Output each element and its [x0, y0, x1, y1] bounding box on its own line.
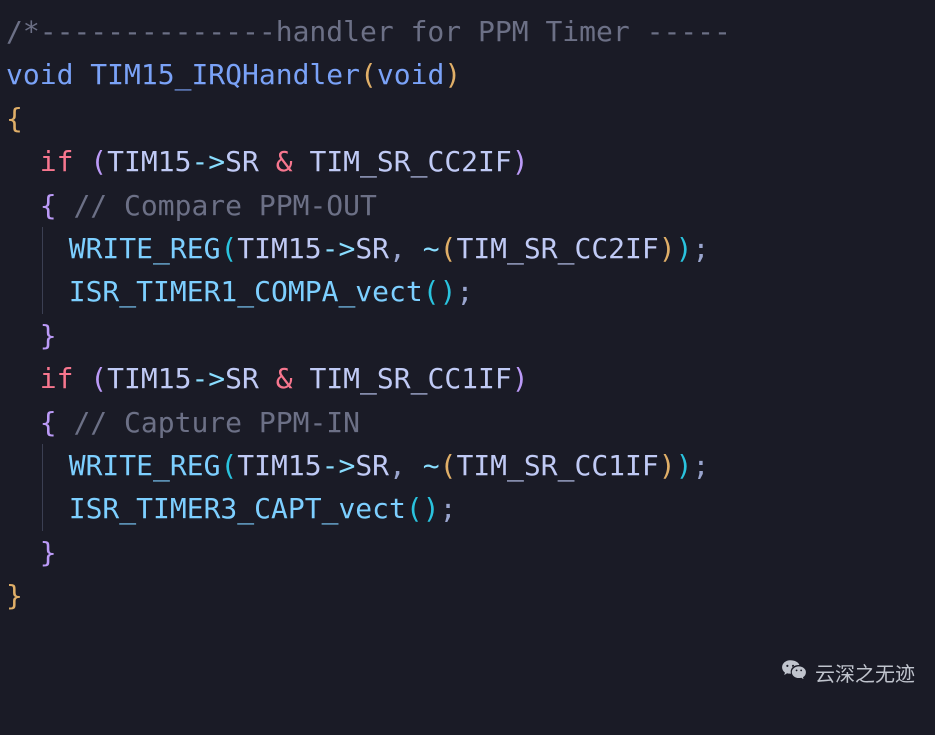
code-line: }: [6, 536, 57, 569]
identifier: TIM15: [237, 232, 321, 265]
brace-close: }: [40, 536, 57, 569]
code-line: ISR_TIMER3_CAPT_vect();: [6, 492, 456, 525]
brace-open: {: [40, 189, 57, 222]
identifier: TIM15: [237, 449, 321, 482]
macro: TIM_SR_CC1IF: [309, 362, 511, 395]
code-line: void TIM15_IRQHandler(void): [6, 58, 461, 91]
watermark: 云深之无迹: [781, 657, 915, 693]
watermark-text: 云深之无迹: [815, 660, 915, 691]
arrow-op: ->: [191, 145, 225, 178]
brace-close: }: [6, 579, 23, 612]
paren-close: ): [659, 449, 676, 482]
paren-open: (: [220, 449, 237, 482]
comma: ,: [389, 449, 406, 482]
call-write-reg: WRITE_REG: [69, 449, 221, 482]
paren-close: ): [423, 492, 440, 525]
paren-close: ): [676, 449, 693, 482]
keyword-if: if: [40, 145, 74, 178]
property: SR: [225, 145, 259, 178]
function-name: TIM15_IRQHandler: [90, 58, 360, 91]
paren-open: (: [90, 362, 107, 395]
wechat-icon: [781, 657, 807, 693]
keyword-if: if: [40, 362, 74, 395]
semicolon: ;: [456, 275, 473, 308]
arrow-op: ->: [322, 449, 356, 482]
code-line: {: [6, 102, 23, 135]
code-line: WRITE_REG(TIM15->SR, ~(TIM_SR_CC1IF));: [6, 449, 709, 482]
not-op: ~: [423, 449, 440, 482]
code-line: { // Capture PPM-IN: [6, 406, 360, 439]
property: SR: [355, 232, 389, 265]
call-isr-compa: ISR_TIMER1_COMPA_vect: [69, 275, 423, 308]
code-line: ISR_TIMER1_COMPA_vect();: [6, 275, 473, 308]
semicolon: ;: [440, 492, 457, 525]
brace-close: }: [40, 319, 57, 352]
paren-close: ): [512, 145, 529, 178]
arrow-op: ->: [322, 232, 356, 265]
comment-text: /*--------------handler for PPM Timer --…: [6, 15, 731, 48]
and-op: &: [276, 145, 293, 178]
param-void: void: [377, 58, 444, 91]
comment-text: // Capture PPM-IN: [73, 406, 360, 439]
paren-close: ): [659, 232, 676, 265]
and-op: &: [276, 362, 293, 395]
property: SR: [225, 362, 259, 395]
paren-open: (: [360, 58, 377, 91]
keyword-void: void: [6, 58, 73, 91]
not-op: ~: [423, 232, 440, 265]
paren-open: (: [90, 145, 107, 178]
call-isr-capt: ISR_TIMER3_CAPT_vect: [69, 492, 406, 525]
code-line: WRITE_REG(TIM15->SR, ~(TIM_SR_CC2IF));: [6, 232, 709, 265]
code-line: }: [6, 579, 23, 612]
paren-open: (: [440, 449, 457, 482]
paren-open: (: [440, 232, 457, 265]
comma: ,: [389, 232, 406, 265]
paren-close: ): [444, 58, 461, 91]
paren-open: (: [220, 232, 237, 265]
code-line: if (TIM15->SR & TIM_SR_CC2IF): [6, 145, 529, 178]
call-write-reg: WRITE_REG: [69, 232, 221, 265]
brace-open: {: [40, 406, 57, 439]
comment-text: // Compare PPM-OUT: [73, 189, 376, 222]
identifier: TIM15: [107, 145, 191, 178]
macro: TIM_SR_CC2IF: [309, 145, 511, 178]
macro: TIM_SR_CC1IF: [456, 449, 658, 482]
property: SR: [355, 449, 389, 482]
paren-close: ): [676, 232, 693, 265]
code-line: /*--------------handler for PPM Timer --…: [6, 15, 731, 48]
code-line: { // Compare PPM-OUT: [6, 189, 377, 222]
paren-open: (: [423, 275, 440, 308]
semicolon: ;: [692, 449, 709, 482]
macro: TIM_SR_CC2IF: [456, 232, 658, 265]
paren-open: (: [406, 492, 423, 525]
arrow-op: ->: [191, 362, 225, 395]
identifier: TIM15: [107, 362, 191, 395]
code-editor: /*--------------handler for PPM Timer --…: [6, 10, 929, 617]
brace-open: {: [6, 102, 23, 135]
paren-close: ): [440, 275, 457, 308]
code-line: }: [6, 319, 57, 352]
code-line: if (TIM15->SR & TIM_SR_CC1IF): [6, 362, 529, 395]
paren-close: ): [512, 362, 529, 395]
semicolon: ;: [692, 232, 709, 265]
